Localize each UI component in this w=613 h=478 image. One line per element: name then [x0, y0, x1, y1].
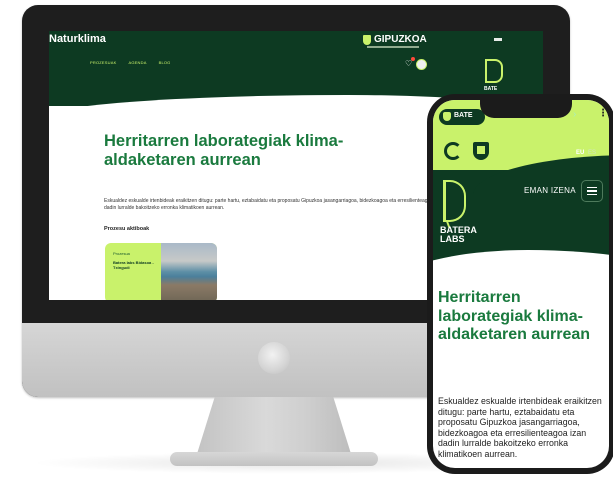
register-link[interactable]: EMAN IZENA: [524, 186, 576, 195]
menu-button[interactable]: [581, 180, 603, 202]
partner-logo[interactable]: GIPUZKOA: [363, 34, 427, 45]
page-description: Eskualdez eskualde irtenbideak eraikitze…: [104, 198, 444, 211]
notification-badge: [411, 57, 415, 61]
batera-logo-text: BATE: [484, 86, 498, 92]
card-tag: Prozesua: [113, 251, 130, 256]
language-es[interactable]: ES: [588, 150, 596, 156]
avatar[interactable]: [416, 59, 427, 70]
partner-name: GIPUZKOA: [374, 34, 427, 45]
brand-logo[interactable]: Naturklima: [49, 33, 106, 45]
shield-icon: [363, 34, 371, 45]
main-nav: PROZESUAK AGENDA BLOG: [90, 60, 171, 65]
imac-stand: [196, 397, 352, 457]
page-title: Herritarren laborategiak klima-aldaketar…: [104, 132, 344, 169]
shield-icon: [443, 112, 451, 121]
card-photo: [161, 243, 217, 300]
process-card[interactable]: Prozesua Batera labs Bidasoa - Txingudi: [105, 243, 217, 300]
batera-logo-mark[interactable]: [485, 59, 503, 83]
batera-logo-mark[interactable]: [443, 180, 466, 222]
hamburger-line: [587, 193, 597, 196]
language-indicator[interactable]: [494, 38, 502, 41]
hamburger-line: [587, 186, 597, 189]
card-title: Batera labs Bidasoa - Txingudi: [113, 260, 154, 270]
section-heading-active-processes: Prozesu aktiboak: [104, 226, 150, 232]
nav-item-blog[interactable]: BLOG: [159, 60, 171, 65]
mobile-page-description: Eskualdez eskualde irtenbideak eraikitze…: [438, 396, 602, 459]
partner-subtitle: [367, 46, 419, 48]
shield-inner: [477, 146, 485, 154]
naturklima-logo-icon[interactable]: [444, 142, 462, 160]
batera-logo-text: BATERA LABS: [440, 225, 477, 244]
mobile-screen: BATE › ⋮ EU ES BATERA LABS EMAN IZENA He…: [433, 100, 609, 468]
hamburger-line: [587, 190, 597, 192]
phone-notch: [480, 94, 572, 118]
imac-stand-foot: [170, 452, 378, 466]
mobile-page-title: Herritarren laborategiak klima-aldaketar…: [438, 289, 591, 343]
imac-logo-button: [258, 342, 290, 374]
language-eu[interactable]: EU: [576, 150, 584, 156]
nav-item-agenda[interactable]: AGENDA: [128, 60, 146, 65]
more-options-icon[interactable]: ⋮: [598, 108, 608, 119]
browser-tab-label: BATE: [454, 112, 473, 119]
nav-item-prozesuak[interactable]: PROZESUAK: [90, 60, 116, 65]
chevron-right-icon[interactable]: ›: [573, 109, 576, 120]
